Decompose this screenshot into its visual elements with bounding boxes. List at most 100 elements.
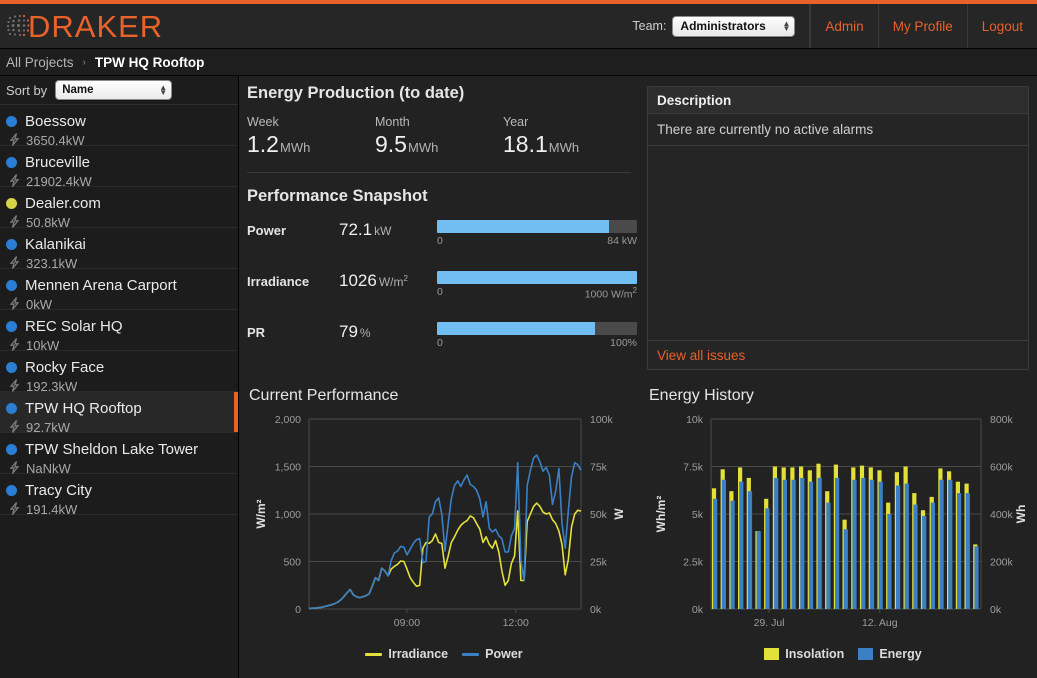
energy-history-plot[interactable]: 0k 0k 2.5k 200k 5k 400k 7.5k 600k 10k 800k 29. Jul… (649, 407, 1037, 649)
description-panel-footer: View all issues (648, 340, 1028, 369)
status-dot-icon (6, 402, 17, 414)
perf-bar-max: 84 kW (607, 235, 637, 247)
svg-text:25k: 25k (590, 557, 608, 569)
kpi-label: Year (503, 115, 529, 129)
current-performance-chart: Current Performance 0 0k 500 25k 1,000 50k 1,5… (239, 381, 639, 678)
perf-bar-scale: 0 100% (437, 337, 637, 349)
perf-value: 1026 W/m2 (339, 271, 437, 291)
svg-text:09:00: 09:00 (394, 617, 420, 629)
description-panel-title: Description (648, 87, 1028, 114)
svg-text:0k: 0k (590, 604, 602, 616)
svg-text:W: W (612, 508, 626, 520)
stepper-icon: ▲ ▼ (159, 83, 168, 97)
kpi-number: 9.5 (375, 131, 407, 157)
perf-number: 1026 (339, 271, 377, 290)
perf-label: Power (247, 223, 287, 238)
site-name: Boessow (25, 112, 86, 130)
legend-item-irradiance[interactable]: Irradiance (365, 647, 448, 661)
description-column: Description There are currently no activ… (639, 76, 1037, 381)
admin-link[interactable]: Admin (810, 4, 877, 48)
perf-bar-fill (437, 220, 609, 233)
kpi-label: Month (375, 115, 410, 129)
kpi-value: 9.5MWh (375, 133, 503, 156)
site-power-value: 191.4kW (26, 501, 78, 517)
energy-history-legend: Insolation Energy (649, 647, 1037, 661)
sidebar-item-tracy-city[interactable]: Tracy City 191.4kW (0, 474, 238, 518)
perf-bar: 0 84 kW (437, 220, 637, 247)
brand-logo[interactable]: DRAKER (0, 11, 163, 42)
svg-text:2,000: 2,000 (275, 414, 301, 426)
legend-item-energy[interactable]: Energy (858, 647, 922, 661)
svg-text:7.5k: 7.5k (683, 462, 704, 474)
energy-production-title: Energy Production (to date) (247, 84, 465, 102)
team-select[interactable]: Administrators ▲ ▼ (672, 15, 796, 37)
svg-text:1,000: 1,000 (275, 509, 301, 521)
perf-bar: 0 100% (437, 322, 637, 349)
perf-label: PR (247, 325, 266, 340)
charts-row: Current Performance 0 0k 500 25k 1,000 50k 1,5… (239, 381, 1037, 678)
svg-text:100k: 100k (590, 414, 614, 426)
logout-link[interactable]: Logout (966, 4, 1037, 48)
sidebar-item-rec-solar-hq[interactable]: REC Solar HQ 10kW (0, 310, 238, 353)
kpi-year: Year 18.1MWh (503, 115, 631, 156)
team-label: Team: (632, 19, 667, 33)
perf-bar: 0 1000 W/m2 (437, 271, 637, 301)
perf-row-irradiance: Irradiance 1026 W/m2 0 1000 W/m2 (247, 271, 639, 305)
site-power: 191.4kW (6, 500, 238, 518)
legend-item-insolation[interactable]: Insolation (764, 647, 844, 661)
legend-label: Irradiance (388, 647, 449, 661)
site-name: Mennen Arena Carport (25, 276, 177, 294)
site-header: Bruceville (6, 152, 238, 172)
view-all-issues-link[interactable]: View all issues (657, 348, 745, 363)
current-performance-title: Current Performance (249, 387, 399, 404)
sidebar-item-mennen-arena-carport[interactable]: Mennen Arena Carport 0kW (0, 269, 238, 312)
stepper-icon: ▲ ▼ (782, 19, 791, 33)
perf-bar-track (437, 271, 637, 284)
breadcrumb-all-projects[interactable]: All Projects (6, 55, 74, 70)
sidebar-item-dealer-com[interactable]: Dealer.com 50.8kW (0, 187, 238, 230)
perf-number: 72.1 (339, 220, 373, 239)
main-top-row: Energy Production (to date) Week 1.2MWh Mo… (239, 76, 1037, 381)
perf-unit: kW (374, 224, 392, 238)
svg-text:75k: 75k (590, 462, 608, 474)
status-dot-icon (6, 484, 17, 496)
perf-bar-min: 0 (437, 235, 443, 247)
current-performance-plot[interactable]: 0 0k 500 25k 1,000 50k 1,500 75k 2,000 100k 09:00 1… (249, 407, 639, 649)
sidebar-item-kalanikai[interactable]: Kalanikai 323.1kW (0, 228, 238, 271)
perf-bar-track (437, 220, 637, 233)
sidebar-item-tpw-sheldon-lake-tower[interactable]: TPW Sheldon Lake Tower NaNkW (0, 433, 238, 476)
perf-unit: % (359, 326, 371, 340)
svg-text:0: 0 (295, 604, 301, 616)
top-bar: DRAKER Team: Administrators ▲ ▼ Admin My … (0, 4, 1037, 49)
perf-unit: W/m2 (378, 274, 408, 289)
legend-item-power[interactable]: Power (462, 647, 523, 661)
draker-dashboard: DRAKER Team: Administrators ▲ ▼ Admin My … (0, 0, 1037, 678)
sidebar-item-rocky-face[interactable]: Rocky Face 192.3kW (0, 351, 238, 394)
perf-value: 72.1 kW (339, 220, 437, 240)
kpi-month: Month 9.5MWh (375, 115, 503, 156)
svg-text:800k: 800k (990, 414, 1014, 426)
sidebar-item-bruceville[interactable]: Bruceville 21902.4kW (0, 146, 238, 189)
legend-swatch-icon (462, 652, 480, 656)
svg-text:2.5k: 2.5k (683, 557, 704, 569)
site-header: Kalanikai (6, 234, 238, 254)
status-dot-icon (6, 197, 17, 209)
sort-select[interactable]: Name ▲ ▼ (55, 80, 173, 100)
svg-text:W/m²: W/m² (254, 499, 268, 528)
sidebar-item-tpw-hq-rooftop[interactable]: TPW HQ Rooftop 92.7kW (0, 392, 238, 435)
sidebar-item-boessow[interactable]: Boessow 3650.4kW (0, 105, 238, 148)
svg-text:5k: 5k (692, 509, 704, 521)
legend-swatch-icon (858, 648, 874, 660)
site-header: TPW HQ Rooftop (6, 398, 238, 418)
site-header: Boessow (6, 111, 238, 131)
kpi-value: 18.1MWh (503, 133, 631, 156)
metrics-column: Energy Production (to date) Week 1.2MWh Mo… (239, 76, 639, 381)
svg-text:10k: 10k (686, 414, 704, 426)
legend-label: Power (485, 647, 523, 661)
site-name: REC Solar HQ (25, 317, 123, 335)
status-dot-icon (6, 320, 17, 332)
my-profile-link[interactable]: My Profile (877, 4, 967, 48)
performance-rows: Power 72.1 kW 0 84 kW Irradiance 1026 W/m2 0 1000… (247, 220, 639, 356)
description-message: There are currently no active alarms (648, 114, 1028, 146)
svg-text:0k: 0k (692, 604, 704, 616)
